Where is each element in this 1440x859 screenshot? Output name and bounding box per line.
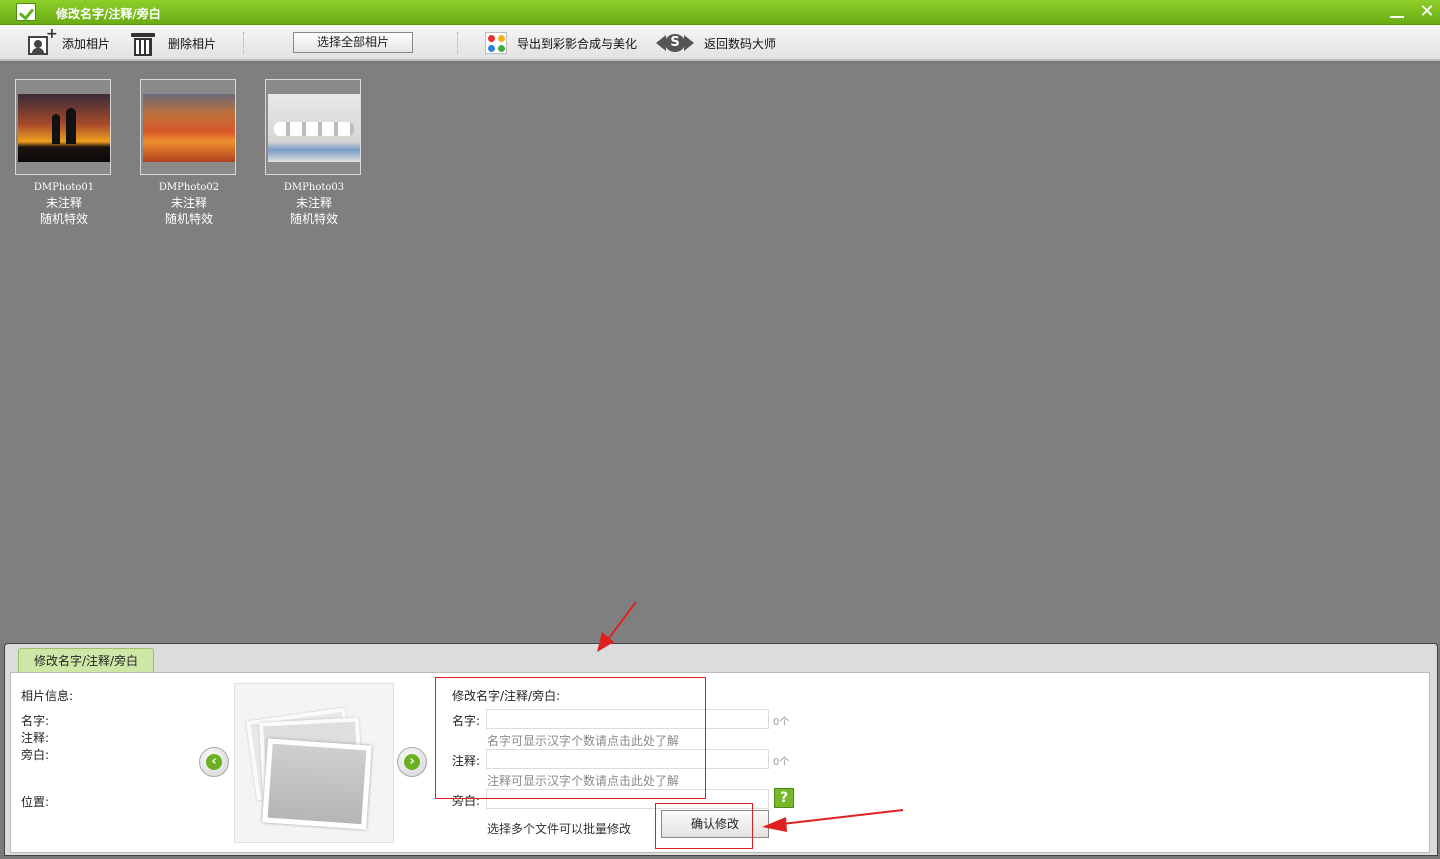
photo-note: 未注释: [45, 196, 82, 210]
edit-panel-body: 相片信息: 名字: 注释: 旁白: 位置: ‹ › 修改名字/注释/旁白: 名字…: [10, 672, 1430, 853]
photo-item[interactable]: DMPhoto03 未注释 随机特效: [265, 79, 363, 227]
chevron-right-icon: ›: [409, 754, 415, 769]
export-button[interactable]: 导出到彩影合成与美化: [485, 28, 637, 58]
photo-thumbnail[interactable]: [140, 79, 236, 175]
info-narration-label: 旁白:: [21, 748, 50, 762]
delete-photo-button[interactable]: 删除相片: [130, 28, 216, 58]
photo-item[interactable]: DMPhoto02 未注释 随机特效: [140, 79, 238, 227]
edit-form-title: 修改名字/注释/旁白:: [452, 689, 561, 703]
help-icon[interactable]: ?: [774, 788, 794, 808]
prev-photo-button[interactable]: ‹: [199, 747, 229, 777]
toolbar: + 添加相片 删除相片 选择全部相片 导出到彩影合成与美化 S 返回数码大师: [0, 25, 1440, 61]
narration-input[interactable]: [486, 789, 769, 809]
trash-icon: [130, 30, 156, 56]
note-field-label: 注释:: [452, 754, 481, 768]
delete-photo-label: 删除相片: [168, 36, 217, 51]
photo-effect: 随机特效: [39, 212, 88, 226]
photo-preview: [234, 683, 394, 843]
edit-panel: 修改名字/注释/旁白 相片信息: 名字: 注释: 旁白: 位置: ‹ › 修改名…: [4, 643, 1438, 856]
info-note-label: 注释:: [21, 731, 50, 745]
export-label: 导出到彩影合成与美化: [517, 36, 638, 51]
toolbar-divider: [243, 32, 244, 54]
note-hint-link[interactable]: 注释可显示汉字个数请点击此处了解: [487, 772, 679, 789]
photo-note: 未注释: [295, 196, 332, 210]
app-logo-icon: [16, 3, 36, 21]
toolbar-divider: [457, 32, 458, 54]
photo-effect: 随机特效: [289, 212, 338, 226]
photo-note: 未注释: [170, 196, 207, 210]
add-photo-icon: +: [26, 26, 58, 56]
note-input[interactable]: [486, 749, 769, 769]
close-button[interactable]: ✕: [1416, 2, 1438, 22]
back-button[interactable]: S 返回数码大师: [656, 28, 776, 58]
narration-field-label: 旁白:: [452, 794, 481, 808]
chevron-left-icon: ‹: [211, 754, 217, 769]
note-char-count: 0个: [773, 757, 790, 768]
next-photo-button[interactable]: ›: [397, 747, 427, 777]
info-position-label: 位置:: [21, 795, 50, 809]
photo-name: DMPhoto03: [283, 182, 345, 193]
name-field-label: 名字:: [452, 714, 481, 728]
photo-list: DMPhoto01 未注释 随机特效 DMPhoto02 未注释 随机特效 DM…: [0, 63, 1440, 643]
photo-effect: 随机特效: [164, 212, 213, 226]
photo-info-title: 相片信息:: [21, 689, 74, 703]
name-char-count: 0个: [773, 717, 790, 728]
info-name-label: 名字:: [21, 714, 50, 728]
dm-logo-icon: S: [656, 34, 694, 52]
photo-item[interactable]: DMPhoto01 未注释 随机特效: [15, 79, 113, 227]
add-photo-button[interactable]: + 添加相片: [26, 26, 111, 58]
batch-edit-note: 选择多个文件可以批量修改: [487, 822, 632, 836]
minimize-button[interactable]: [1387, 2, 1409, 22]
photo-thumbnail[interactable]: [15, 79, 111, 175]
window-title: 修改名字/注释/旁白: [56, 7, 161, 21]
export-color-icon: [485, 32, 507, 54]
back-label: 返回数码大师: [704, 36, 777, 51]
name-hint-link[interactable]: 名字可显示汉字个数请点击此处了解: [487, 732, 679, 749]
name-input[interactable]: [486, 709, 769, 729]
photo-thumbnail[interactable]: [265, 79, 361, 175]
add-photo-label: 添加相片: [62, 36, 111, 51]
title-bar: 修改名字/注释/旁白 ✕: [0, 0, 1440, 25]
photo-name: DMPhoto02: [158, 182, 220, 193]
confirm-edit-button[interactable]: 确认修改: [661, 810, 769, 838]
select-all-button[interactable]: 选择全部相片: [293, 32, 413, 53]
photo-name: DMPhoto01: [33, 182, 95, 193]
tab-edit-name-note[interactable]: 修改名字/注释/旁白: [18, 648, 154, 673]
